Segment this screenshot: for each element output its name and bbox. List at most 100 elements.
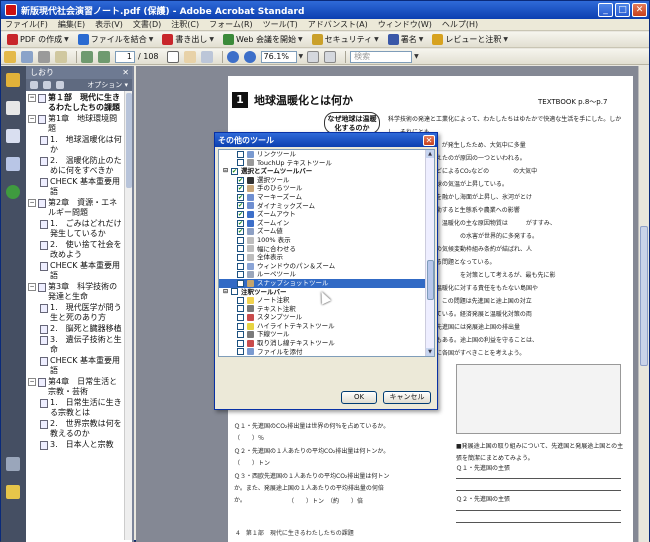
collapse-icon[interactable]: −: [28, 283, 36, 291]
tool-row[interactable]: ルーペツール: [219, 270, 434, 279]
pages-icon[interactable]: [6, 101, 20, 115]
search-input[interactable]: 検索: [350, 50, 413, 63]
tool-checkbox[interactable]: [237, 253, 244, 261]
tool-group-row[interactable]: ⊟ ✔ 選択とズームツールバー: [219, 167, 434, 176]
save-icon[interactable]: [21, 50, 33, 63]
tool-checkbox[interactable]: [237, 331, 244, 339]
tool-checkbox[interactable]: [237, 262, 244, 270]
tool-row[interactable]: リンクツール: [219, 150, 434, 159]
close-icon[interactable]: ✕: [122, 66, 129, 79]
tool-row[interactable]: 幅に合わせる: [219, 245, 434, 254]
tool-checkbox[interactable]: [237, 314, 244, 322]
minimize-button[interactable]: _: [598, 3, 613, 17]
bookmarks-scrollbar[interactable]: [124, 91, 132, 540]
start-meeting-button[interactable]: Web 会議を開始 ▼: [220, 33, 306, 47]
ok-button[interactable]: OK: [341, 391, 377, 404]
bookmark-item[interactable]: − 第１部 現代に生きるわたしたちの課題: [26, 93, 132, 113]
collapse-icon[interactable]: −: [28, 199, 36, 207]
menu-view[interactable]: 表示(V): [95, 19, 123, 30]
tool-checkbox[interactable]: [237, 159, 244, 167]
tool-row[interactable]: TouchUp テキストツール: [219, 159, 434, 168]
tool-row[interactable]: ✔ 選択ツール: [219, 176, 434, 185]
dialog-close-button[interactable]: ✕: [423, 134, 435, 146]
collapse-icon[interactable]: ⊟: [223, 167, 229, 176]
bookmarks-icon[interactable]: [6, 129, 20, 143]
tool-checkbox[interactable]: [237, 296, 244, 304]
open-folder-icon[interactable]: [4, 50, 16, 63]
tool-row[interactable]: ✔ ズームイン: [219, 219, 434, 228]
email-icon[interactable]: [55, 50, 67, 63]
bookmark-item[interactable]: CHECK 基本重要用語: [26, 261, 132, 281]
bookmark-item[interactable]: 3. 遺伝子技術と生命: [26, 335, 132, 355]
tool-row[interactable]: ウィンドウのパン＆ズーム: [219, 262, 434, 271]
menu-advanced[interactable]: アドバンスト(A): [308, 19, 368, 30]
tool-checkbox[interactable]: ✔: [237, 193, 244, 201]
cancel-button[interactable]: キャンセル: [383, 391, 431, 404]
bookmark-item[interactable]: CHECK 基本重要用語: [26, 356, 132, 376]
menu-comments[interactable]: 注釈(C): [171, 19, 199, 30]
tool-checkbox[interactable]: ✔: [237, 202, 244, 210]
tool-row[interactable]: ハイライトテキストツール: [219, 322, 434, 331]
tool-row[interactable]: ✔ マーキーズーム: [219, 193, 434, 202]
delete-bookmark-icon[interactable]: [30, 81, 38, 89]
collapse-icon[interactable]: −: [28, 378, 36, 386]
close-button[interactable]: ✕: [632, 3, 647, 17]
next-page-icon[interactable]: [98, 50, 110, 63]
review-comment-button[interactable]: レビューと注釈 ▼: [429, 33, 511, 47]
menu-tools[interactable]: ツール(T): [263, 19, 298, 30]
collapse-icon[interactable]: −: [28, 115, 36, 123]
document-scrollbar[interactable]: [638, 66, 649, 542]
menu-file[interactable]: ファイル(F): [5, 19, 48, 30]
new-bookmark-icon[interactable]: [43, 81, 51, 89]
tool-row[interactable]: 取り消し線テキストツール: [219, 339, 434, 348]
marquee-zoom-icon[interactable]: [200, 50, 213, 63]
tool-row[interactable]: 下線ツール: [219, 330, 434, 339]
collapse-icon[interactable]: −: [28, 94, 36, 102]
fit-page-icon[interactable]: [307, 50, 320, 63]
page-number-input[interactable]: 1: [115, 50, 135, 63]
help-icon[interactable]: [6, 185, 20, 199]
tool-row[interactable]: ✔ 手のひらツール: [219, 184, 434, 193]
collapse-icon[interactable]: ⊟: [223, 288, 229, 297]
tool-row[interactable]: 全体表示: [219, 253, 434, 262]
tool-checkbox[interactable]: [237, 150, 244, 158]
tool-checkbox[interactable]: [237, 305, 244, 313]
bookmark-item[interactable]: 2. 使い捨て社会を改めよう: [26, 240, 132, 260]
export-button[interactable]: 書き出し ▼: [159, 33, 217, 47]
tool-checkbox[interactable]: [237, 245, 244, 253]
bookmark-options-button[interactable]: オプション ▾: [87, 80, 128, 90]
menu-window[interactable]: ウィンドウ(W): [378, 19, 432, 30]
tool-row[interactable]: スタンプツール: [219, 313, 434, 322]
tool-checkbox[interactable]: [237, 348, 244, 356]
select-tool-icon[interactable]: [166, 50, 179, 63]
hand-tool-icon[interactable]: [183, 50, 196, 63]
tool-row[interactable]: ✔ ダイナミックズーム: [219, 202, 434, 211]
zoom-in-icon[interactable]: [243, 50, 256, 63]
tool-checkbox[interactable]: ✔: [237, 219, 244, 227]
comments-icon[interactable]: [6, 485, 20, 499]
bookmark-item[interactable]: 2. 温暖化防止のために何をすべきか: [26, 156, 132, 176]
zoom-value-input[interactable]: 76.1%: [260, 50, 297, 63]
create-pdf-button[interactable]: PDF の作成 ▼: [4, 33, 72, 47]
tool-checkbox[interactable]: ✔: [237, 228, 244, 236]
tool-checkbox[interactable]: ✔: [237, 185, 244, 193]
tool-row[interactable]: 100% 表示: [219, 236, 434, 245]
tool-checkbox[interactable]: [237, 279, 244, 287]
bookmark-item[interactable]: − 第4章 日常生活と宗教・芸術: [26, 377, 132, 397]
bookmark-item[interactable]: − 第1章 地球環境問題: [26, 114, 132, 134]
tool-checkbox[interactable]: [237, 339, 244, 347]
tool-row[interactable]: ✔ ズームアウト: [219, 210, 434, 219]
expand-bookmark-icon[interactable]: [56, 81, 64, 89]
sign-button[interactable]: 署名 ▼: [385, 33, 427, 47]
tool-row[interactable]: ✔ ズーム値: [219, 227, 434, 236]
bookmark-item[interactable]: − 第2章 資源・エネルギー問題: [26, 198, 132, 218]
menu-edit[interactable]: 編集(E): [58, 19, 85, 30]
tool-checkbox[interactable]: [237, 236, 244, 244]
print-icon[interactable]: [38, 50, 50, 63]
tool-checkbox[interactable]: [231, 288, 238, 296]
bookmark-item[interactable]: 2. 世界宗教は何を教えるのか: [26, 419, 132, 439]
bookmark-item[interactable]: − 第3章 科学技術の発達と生命: [26, 282, 132, 302]
tool-checkbox[interactable]: ✔: [237, 176, 244, 184]
tool-row[interactable]: ファイルを添付: [219, 348, 434, 356]
tool-checkbox[interactable]: ✔: [231, 167, 238, 175]
